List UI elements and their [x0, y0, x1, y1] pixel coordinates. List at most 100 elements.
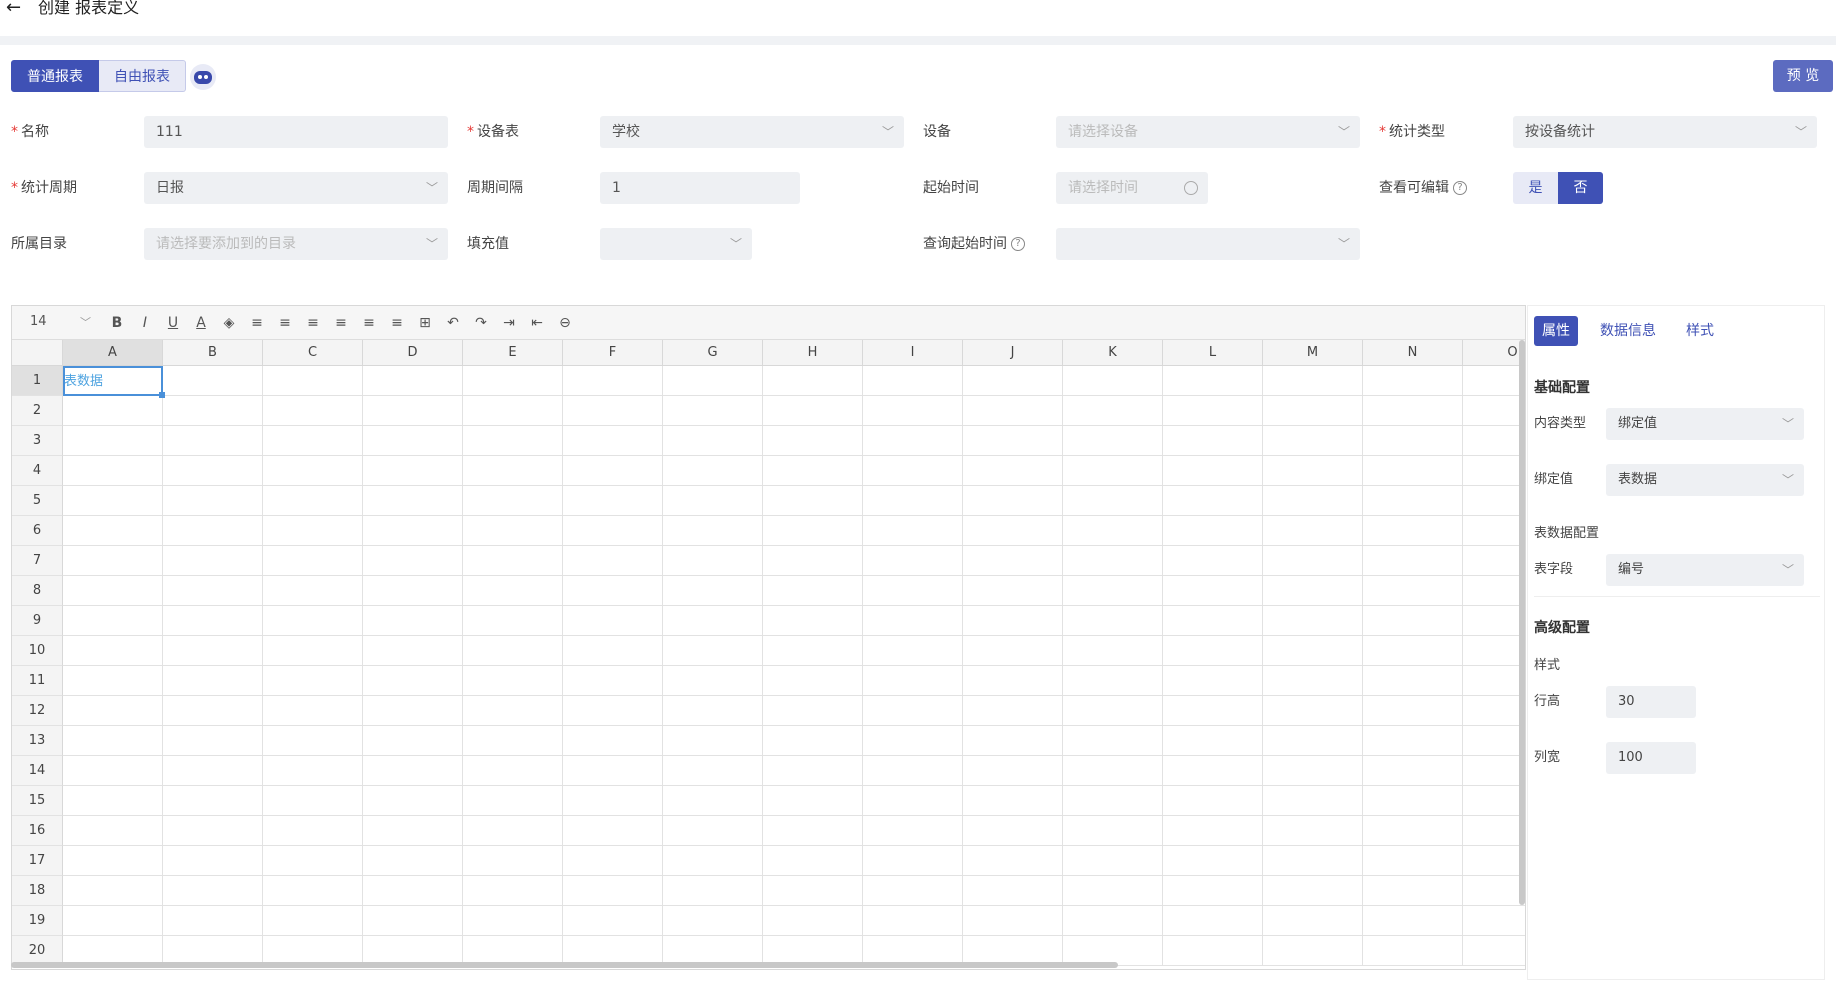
- horizontal-scrollbar[interactable]: [11, 962, 1118, 968]
- tab-style[interactable]: 样式: [1678, 316, 1722, 346]
- align-middle-icon[interactable]: ≡: [360, 314, 378, 332]
- query-start-select[interactable]: ﹀: [1056, 228, 1360, 260]
- device-table-label: 设备表: [467, 116, 519, 148]
- start-time-label: 起始时间: [923, 180, 979, 196]
- column-header[interactable]: K: [1063, 340, 1163, 366]
- corner-cell[interactable]: [12, 340, 63, 366]
- assistant-robot-icon[interactable]: [190, 64, 216, 90]
- table-field-label: 表字段: [1534, 562, 1574, 577]
- undo-icon[interactable]: ↶: [444, 314, 462, 332]
- underline-icon[interactable]: U: [164, 314, 182, 332]
- vertical-scrollbar[interactable]: [1519, 340, 1525, 905]
- stat-type-select[interactable]: 按设备统计 ﹀: [1513, 116, 1817, 148]
- row-header[interactable]: 11: [12, 666, 63, 696]
- row-header[interactable]: 7: [12, 546, 63, 576]
- tab-normal-report[interactable]: 普通报表: [11, 60, 99, 92]
- column-header[interactable]: F: [563, 340, 663, 366]
- column-header[interactable]: C: [263, 340, 363, 366]
- start-time-picker[interactable]: 请选择时间: [1056, 172, 1208, 204]
- stat-period-select[interactable]: 日报 ﹀: [144, 172, 448, 204]
- row-header[interactable]: 8: [12, 576, 63, 606]
- column-header[interactable]: O: [1463, 340, 1525, 366]
- catalog-select[interactable]: 请选择要添加到的目录 ﹀: [144, 228, 448, 260]
- column-header[interactable]: D: [363, 340, 463, 366]
- insert-right-icon[interactable]: ⇥: [500, 314, 518, 332]
- row-header[interactable]: 19: [12, 906, 63, 936]
- chevron-down-icon: ﹀: [1337, 237, 1350, 251]
- bind-value-select[interactable]: 表数据 ﹀: [1606, 464, 1804, 496]
- column-header[interactable]: I: [863, 340, 963, 366]
- start-time-placeholder: 请选择时间: [1068, 180, 1138, 196]
- column-header[interactable]: H: [763, 340, 863, 366]
- row-header[interactable]: 15: [12, 786, 63, 816]
- font-size-select[interactable]: 14: [30, 314, 47, 329]
- col-width-input[interactable]: 100: [1606, 742, 1696, 774]
- tab-properties[interactable]: 属性: [1534, 316, 1578, 346]
- row-header[interactable]: 5: [12, 486, 63, 516]
- editable-yes-button[interactable]: 是: [1513, 172, 1558, 204]
- redo-icon[interactable]: ↷: [472, 314, 490, 332]
- row-header[interactable]: 4: [12, 456, 63, 486]
- row-header[interactable]: 10: [12, 636, 63, 666]
- basic-config-title: 基础配置: [1534, 380, 1590, 396]
- row-header[interactable]: 3: [12, 426, 63, 456]
- fill-color-icon[interactable]: ◈: [220, 314, 238, 332]
- name-input[interactable]: 111: [144, 116, 448, 148]
- row-header[interactable]: 13: [12, 726, 63, 756]
- fill-handle[interactable]: [159, 392, 165, 398]
- fill-select[interactable]: ﹀: [600, 228, 752, 260]
- insert-left-icon[interactable]: ⇤: [528, 314, 546, 332]
- align-bottom-icon[interactable]: ≡: [388, 314, 406, 332]
- row-header[interactable]: 17: [12, 846, 63, 876]
- back-arrow-icon[interactable]: ←: [6, 0, 21, 17]
- chevron-down-icon[interactable]: ﹀: [80, 314, 91, 330]
- chevron-down-icon: ﹀: [1781, 417, 1794, 431]
- help-icon[interactable]: ?: [1011, 237, 1025, 251]
- bind-value-label: 绑定值: [1534, 472, 1574, 487]
- row-header[interactable]: 14: [12, 756, 63, 786]
- column-header[interactable]: L: [1163, 340, 1263, 366]
- row-header[interactable]: 16: [12, 816, 63, 846]
- preview-button[interactable]: 预 览: [1773, 60, 1833, 92]
- row-header[interactable]: 18: [12, 876, 63, 906]
- content-type-select[interactable]: 绑定值 ﹀: [1606, 408, 1804, 440]
- content-type-label: 内容类型: [1534, 416, 1587, 431]
- table-field-select[interactable]: 编号 ﹀: [1606, 554, 1804, 586]
- bold-icon[interactable]: B: [108, 314, 126, 332]
- device-placeholder: 请选择设备: [1068, 124, 1138, 140]
- row-header[interactable]: 9: [12, 606, 63, 636]
- clear-icon[interactable]: ⊖: [556, 314, 574, 332]
- align-left-icon[interactable]: ≡: [248, 314, 266, 332]
- align-top-icon[interactable]: ≡: [332, 314, 350, 332]
- column-header[interactable]: J: [963, 340, 1063, 366]
- font-color-icon[interactable]: A: [192, 314, 210, 332]
- help-icon[interactable]: ?: [1453, 181, 1467, 195]
- column-header[interactable]: M: [1263, 340, 1363, 366]
- device-select[interactable]: 请选择设备 ﹀: [1056, 116, 1360, 148]
- row-header[interactable]: 2: [12, 396, 63, 426]
- row-height-input[interactable]: 30: [1606, 686, 1696, 718]
- row-header[interactable]: 6: [12, 516, 63, 546]
- chevron-down-icon: ﹀: [881, 125, 894, 139]
- chevron-down-icon: ﹀: [425, 237, 438, 251]
- column-header[interactable]: E: [463, 340, 563, 366]
- merge-cells-icon[interactable]: ⊞: [416, 314, 434, 332]
- spreadsheet[interactable]: 14 ﹀ B I U A ◈ ≡ ≡ ≡ ≡ ≡ ≡ ⊞ ↶ ↷ ⇥ ⇤ ⊖ A…: [11, 305, 1526, 970]
- cell-area[interactable]: [63, 366, 1525, 966]
- table-field-value: 编号: [1618, 562, 1645, 577]
- italic-icon[interactable]: I: [136, 314, 154, 332]
- column-header[interactable]: A: [63, 340, 163, 366]
- tab-free-report[interactable]: 自由报表: [99, 60, 186, 92]
- column-header[interactable]: N: [1363, 340, 1463, 366]
- column-header[interactable]: G: [663, 340, 763, 366]
- align-center-icon[interactable]: ≡: [276, 314, 294, 332]
- row-header[interactable]: 12: [12, 696, 63, 726]
- row-header[interactable]: 1: [12, 366, 63, 396]
- align-right-icon[interactable]: ≡: [304, 314, 322, 332]
- chevron-down-icon: ﹀: [729, 237, 742, 251]
- tab-data-info[interactable]: 数据信息: [1592, 316, 1664, 346]
- editable-no-button[interactable]: 否: [1558, 172, 1603, 204]
- device-table-select[interactable]: 学校 ﹀: [600, 116, 904, 148]
- interval-input[interactable]: 1: [600, 172, 800, 204]
- column-header[interactable]: B: [163, 340, 263, 366]
